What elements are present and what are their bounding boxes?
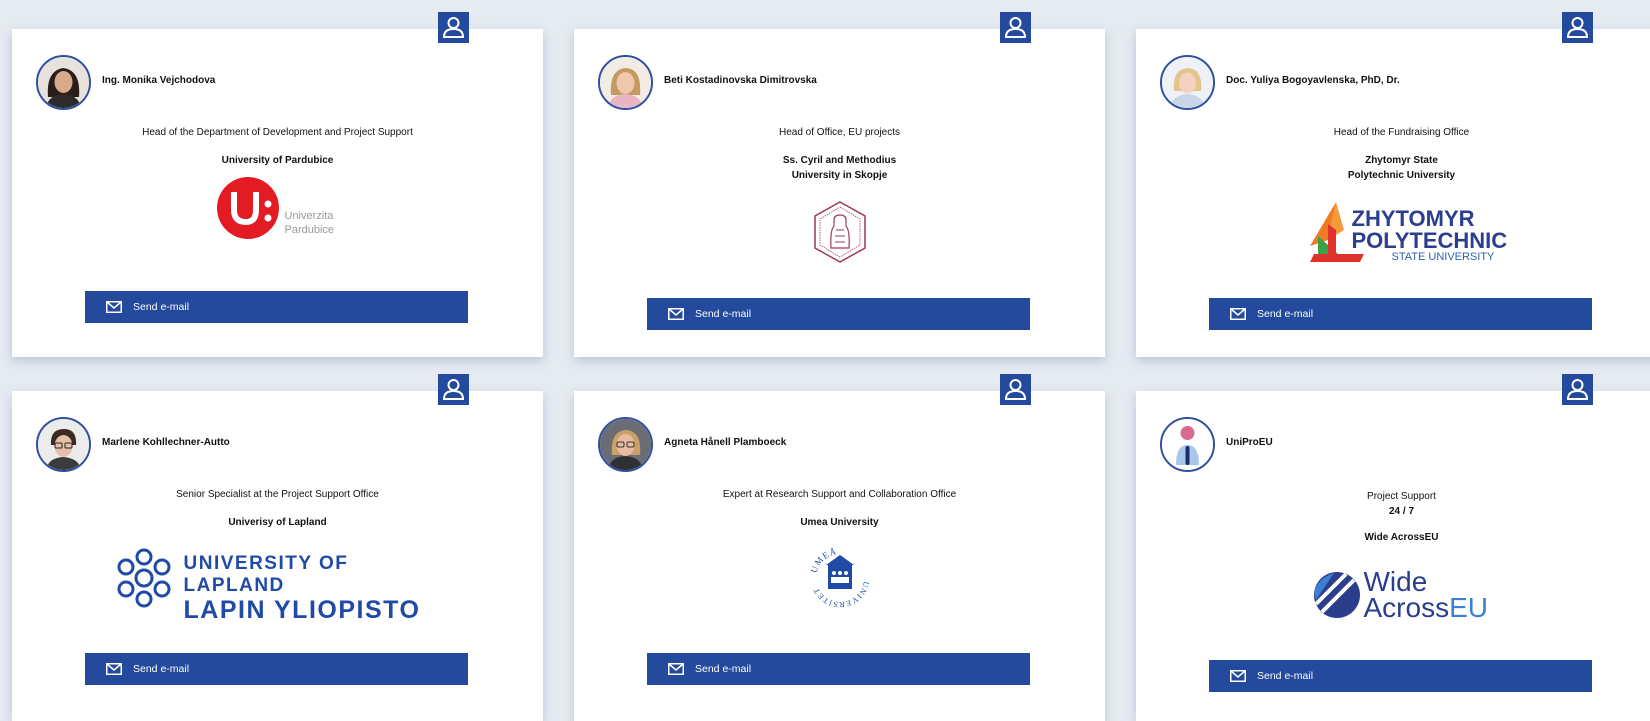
send-email-label: Send e-mail xyxy=(133,301,190,313)
send-email-button[interactable]: Send e-mail xyxy=(647,298,1030,330)
contact-institution: Univerisy of Lapland xyxy=(228,517,327,528)
logo-text-line: POLYTECHNIC xyxy=(1351,228,1508,253)
contact-institution: Zhytomyr State Polytechnic University xyxy=(1347,155,1456,181)
contact-name: Marlene Kohllechner-Autto xyxy=(102,437,230,448)
send-email-label: Send e-mail xyxy=(695,308,752,320)
user-icon xyxy=(1566,17,1589,38)
contact-card-kohllechner: Marlene Kohllechner-Autto Senior Special… xyxy=(12,374,543,721)
contact-institution: Ss. Cyril and Methodius University in Sk… xyxy=(782,155,897,181)
contact-role: Head of Office, EU projects xyxy=(779,127,900,138)
logo-text-line: ZHYTOMYR xyxy=(1351,206,1475,231)
profile-badge[interactable] xyxy=(438,374,469,405)
contact-name: Ing. Monika Vejchodova xyxy=(102,75,216,86)
send-email-label: Send e-mail xyxy=(695,663,752,675)
contact-role: Head of the Fundraising Office xyxy=(1333,127,1470,138)
profile-badge[interactable] xyxy=(1000,12,1031,43)
avatar xyxy=(36,417,91,472)
contact-role: Expert at Research Support and Collabora… xyxy=(722,489,957,500)
envelope-icon xyxy=(1230,308,1246,320)
envelope-icon xyxy=(1230,670,1246,682)
logo-text-line: UNIVERSITY OF LAPLAND xyxy=(183,553,349,596)
user-icon xyxy=(1004,17,1027,38)
university-seal-icon xyxy=(813,201,866,263)
institution-logo: Univerzita Pardubice xyxy=(12,176,543,240)
wide-across-logo-icon xyxy=(1313,572,1360,618)
logo-text-line: Univerzita xyxy=(284,210,334,222)
envelope-icon xyxy=(106,663,122,675)
contact-name: Agneta Hånell Plamboeck xyxy=(664,437,787,448)
user-icon xyxy=(442,379,465,400)
contact-institution: Umea University xyxy=(800,517,879,528)
user-icon xyxy=(442,17,465,38)
envelope-icon xyxy=(668,308,684,320)
envelope-icon xyxy=(106,301,122,313)
avatar xyxy=(36,55,91,110)
profile-badge[interactable] xyxy=(438,12,469,43)
profile-badge[interactable] xyxy=(1562,374,1593,405)
send-email-button[interactable]: Send e-mail xyxy=(647,653,1030,685)
institution-logo: UNIVERSITY OF LAPLAND LAPIN YLIOPISTO xyxy=(12,545,543,623)
institution-logo xyxy=(574,200,1105,264)
contact-card-plamboeck: Agneta Hånell Plamboeck Expert at Resear… xyxy=(574,374,1105,721)
avatar xyxy=(598,417,653,472)
avatar xyxy=(1160,417,1215,472)
envelope-icon xyxy=(668,663,684,675)
contact-name: Beti Kostadinovska Dimitrovska xyxy=(664,75,817,86)
send-email-button[interactable]: Send e-mail xyxy=(1209,660,1592,692)
umea-seal-icon: UMEÅ UNIVERSITET xyxy=(808,546,869,609)
send-email-label: Send e-mail xyxy=(1257,670,1314,682)
profile-badge[interactable] xyxy=(1000,374,1031,405)
logo-text-line: EU xyxy=(1449,592,1488,623)
contact-card-bogoyavlenska: Doc. Yuliya Bogoyavlenska, PhD, Dr. Head… xyxy=(1136,12,1650,357)
contact-institution: University of Pardubice xyxy=(221,155,334,166)
contact-card-dimitrovska: Beti Kostadinovska Dimitrovska Head of O… xyxy=(574,12,1105,357)
contact-name: UniProEU xyxy=(1226,437,1273,448)
institution-logo: ZHYTOMYR POLYTECHNIC STATE UNIVERSITY xyxy=(1136,200,1650,266)
institution-logo: UMEÅ UNIVERSITET xyxy=(574,543,1105,613)
contact-card-uniproeu: UniProEU Project Support 24 / 7 Wide Acr… xyxy=(1136,374,1650,721)
logo-text-line: Across xyxy=(1363,592,1450,623)
institution-logo: Wide AcrossEU xyxy=(1136,567,1650,623)
avatar xyxy=(1160,55,1215,110)
send-email-label: Send e-mail xyxy=(133,663,190,675)
avatar xyxy=(598,55,653,110)
pardubice-logo-icon xyxy=(216,177,279,239)
snowflake-logo-icon xyxy=(117,548,170,608)
logo-text-line: LAPIN YLIOPISTO xyxy=(183,596,421,624)
contact-role: Head of the Department of Development an… xyxy=(142,127,413,138)
user-icon xyxy=(1004,379,1027,400)
contact-name: Doc. Yuliya Bogoyavlenska, PhD, Dr. xyxy=(1226,75,1400,86)
send-email-button[interactable]: Send e-mail xyxy=(85,653,468,685)
send-email-button[interactable]: Send e-mail xyxy=(85,291,468,323)
contact-institution: Wide AcrossEU xyxy=(1364,532,1439,543)
contact-role: Senior Specialist at the Project Support… xyxy=(176,489,379,500)
send-email-button[interactable]: Send e-mail xyxy=(1209,298,1592,330)
contact-role: Project Support 24 / 7 xyxy=(1367,491,1436,517)
logo-text-line: STATE UNIVERSITY xyxy=(1391,251,1495,263)
user-icon xyxy=(1566,379,1589,400)
profile-badge[interactable] xyxy=(1562,12,1593,43)
logo-text-line: Pardubice xyxy=(284,224,335,236)
contact-card-vejchodova: Ing. Monika Vejchodova Head of the Depar… xyxy=(12,12,543,357)
send-email-label: Send e-mail xyxy=(1257,308,1314,320)
